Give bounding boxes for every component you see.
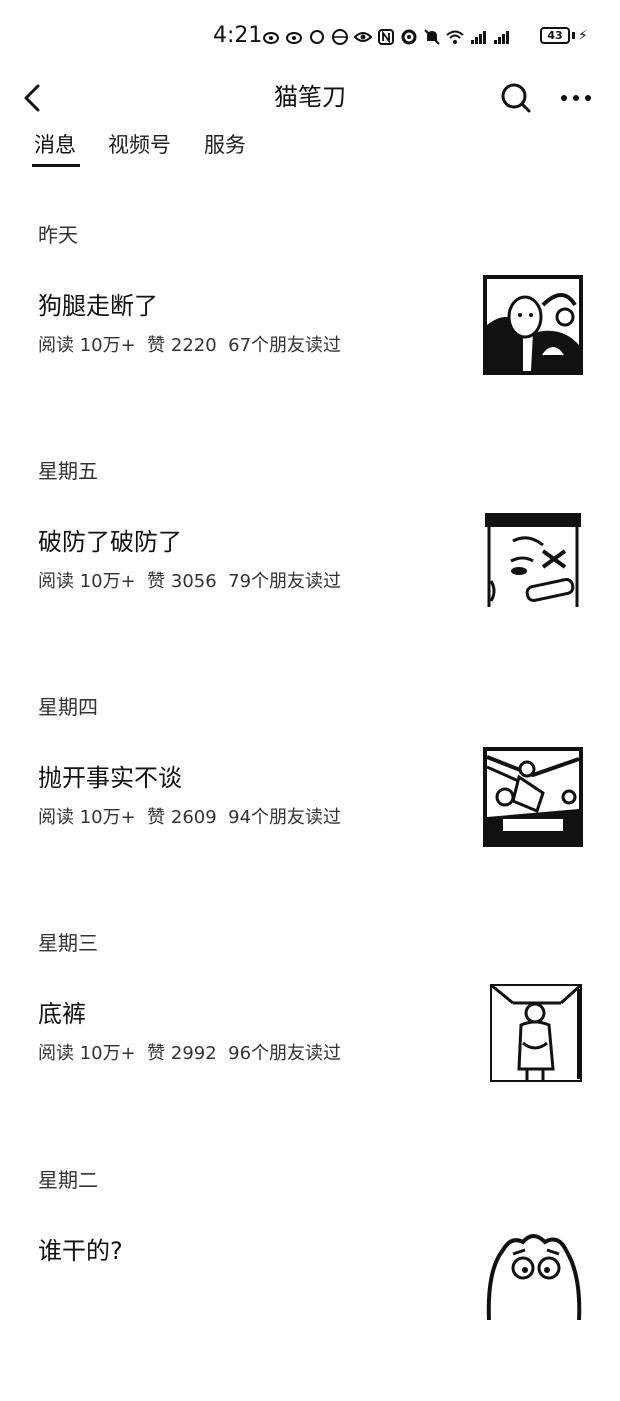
- article-thumbnail: [483, 275, 583, 375]
- article-meta: 阅读 10万+ 赞 2220 67个朋友读过: [38, 332, 341, 360]
- status-icons: [262, 26, 510, 48]
- chevron-left-icon: [24, 84, 40, 112]
- day-section: 昨天 狗腿走断了 阅读 10万+ 赞 2220 67个朋友读过: [0, 220, 620, 456]
- read-count: 阅读 10万+: [38, 335, 136, 356]
- more-button[interactable]: [558, 78, 594, 118]
- like-count: 赞 2992: [147, 1043, 217, 1064]
- battery-tip: [572, 32, 575, 39]
- nav-bar: 猫笔刀: [0, 70, 620, 126]
- cartoon-thumbnail-icon: [483, 747, 583, 847]
- weibo-icon: [263, 32, 279, 44]
- friends-read: 94个朋友读过: [228, 807, 342, 828]
- mute-bell-icon: [424, 29, 440, 45]
- article-item[interactable]: 底裤 阅读 10万+ 赞 2992 96个朋友读过: [0, 978, 620, 1098]
- read-count: 阅读 10万+: [38, 571, 136, 592]
- article-thumbnail: [483, 747, 583, 847]
- battery-icon: 43: [540, 27, 570, 44]
- tab-channels[interactable]: 视频号: [108, 128, 171, 162]
- more-dots-icon: [561, 95, 591, 101]
- day-label: 星期四: [38, 695, 98, 719]
- like-count: 赞 3056: [147, 571, 217, 592]
- cartoon-thumbnail-icon: [490, 983, 583, 1082]
- eye-icon: [354, 32, 372, 42]
- article-thumbnail: [483, 1220, 583, 1320]
- friends-read: 96个朋友读过: [228, 1043, 342, 1064]
- read-count: 阅读 10万+: [38, 1043, 136, 1064]
- day-label: 星期三: [38, 931, 98, 955]
- article-thumbnail: [483, 983, 583, 1083]
- article-item[interactable]: 谁干的?: [0, 1215, 620, 1335]
- day-label: 星期五: [38, 459, 98, 483]
- tab-messages[interactable]: 消息: [34, 128, 76, 162]
- article-meta: 阅读 10万+ 赞 3056 79个朋友读过: [38, 568, 341, 596]
- signal-icon: [471, 31, 486, 44]
- like-count: 赞 2220: [147, 335, 217, 356]
- cartoon-thumbnail-icon: [485, 513, 581, 607]
- article-item[interactable]: 破防了破防了 阅读 10万+ 赞 3056 79个朋友读过: [0, 506, 620, 626]
- wifi-icon: [446, 30, 464, 44]
- day-section: 星期四 抛开事实不谈 阅读 10万+ 赞 2609 94个朋友读过: [0, 692, 620, 928]
- tab-services[interactable]: 服务: [204, 128, 246, 162]
- day-label: 星期二: [38, 1168, 98, 1192]
- article-title: 谁干的?: [38, 1237, 123, 1265]
- circle-icon: [310, 30, 324, 44]
- settings-icon: [401, 29, 417, 45]
- day-section: 星期五 破防了破防了 阅读 10万+ 赞 3056 79个朋友读过: [0, 456, 620, 692]
- read-count: 阅读 10万+: [38, 807, 136, 828]
- signal-icon: [494, 31, 509, 44]
- article-title: 抛开事实不谈: [38, 764, 182, 792]
- friends-read: 79个朋友读过: [228, 571, 342, 592]
- article-item[interactable]: 抛开事实不谈 阅读 10万+ 赞 2609 94个朋友读过: [0, 742, 620, 862]
- back-button[interactable]: [14, 78, 50, 118]
- day-label: 昨天: [38, 223, 78, 247]
- article-item[interactable]: 狗腿走断了 阅读 10万+ 赞 2220 67个朋友读过: [0, 270, 620, 390]
- cartoon-thumbnail-icon: [483, 275, 583, 375]
- active-tab-indicator: [32, 164, 80, 167]
- tab-bar: 消息 视频号 服务: [0, 128, 620, 168]
- globe-icon: [332, 29, 348, 45]
- nfc-icon: [378, 29, 394, 45]
- search-button[interactable]: [496, 78, 536, 118]
- article-title: 底裤: [38, 1000, 86, 1028]
- article-title: 狗腿走断了: [38, 292, 158, 320]
- weibo-icon: [286, 32, 302, 44]
- like-count: 赞 2609: [147, 807, 217, 828]
- day-section: 星期二 谁干的?: [0, 1165, 620, 1401]
- article-meta: 阅读 10万+ 赞 2609 94个朋友读过: [38, 804, 341, 832]
- search-icon: [501, 83, 531, 113]
- status-bar: 4:21 43 ⚡: [0, 0, 620, 70]
- charging-icon: ⚡: [578, 28, 588, 44]
- cartoon-thumbnail-icon: [486, 1234, 582, 1320]
- article-title: 破防了破防了: [38, 528, 182, 556]
- status-time: 4:21: [213, 23, 263, 48]
- article-thumbnail: [483, 511, 583, 611]
- article-meta: 阅读 10万+ 赞 2992 96个朋友读过: [38, 1040, 341, 1068]
- day-section: 星期三 底裤 阅读 10万+ 赞 2992 96个朋友读过: [0, 928, 620, 1164]
- friends-read: 67个朋友读过: [228, 335, 342, 356]
